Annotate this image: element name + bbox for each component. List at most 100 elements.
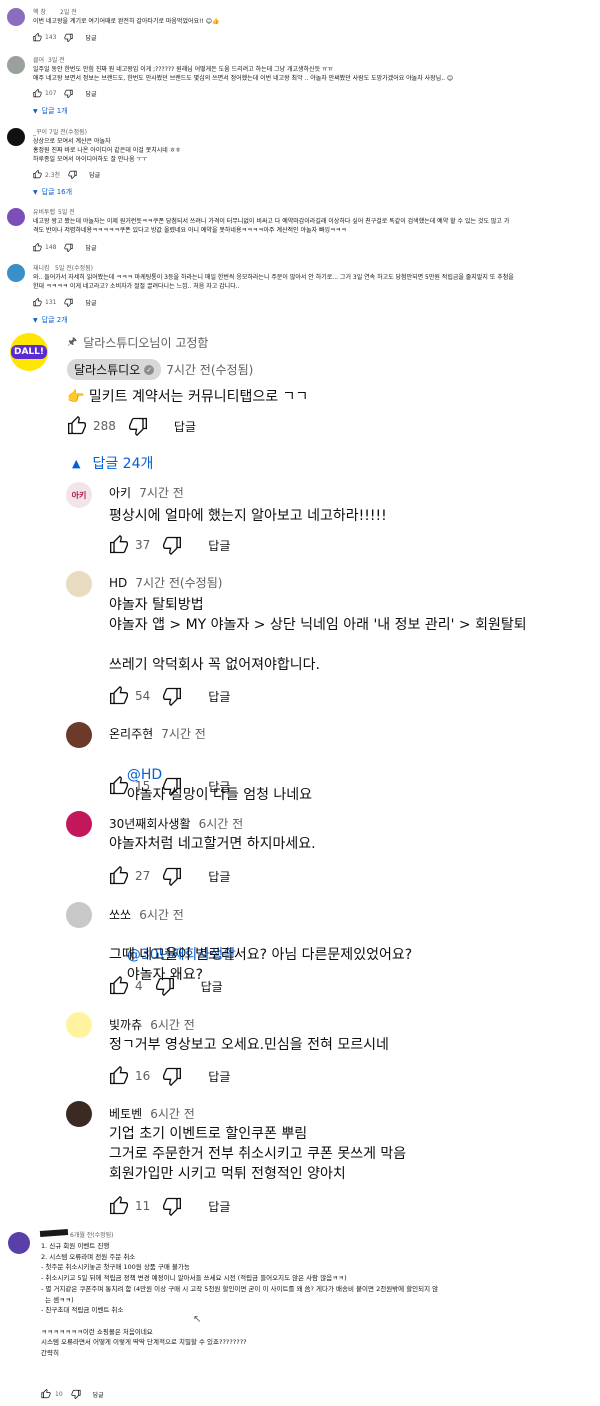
reply-button[interactable]: 답글 xyxy=(89,170,100,179)
reply-button[interactable]: 답글 xyxy=(208,778,230,795)
reply-button[interactable]: 답글 xyxy=(208,537,230,554)
comment-time[interactable]: 2일 전 xyxy=(60,7,77,16)
comment-time[interactable]: 6개월 전(수정됨) xyxy=(70,1230,114,1239)
reply-button[interactable]: 답글 xyxy=(208,1068,230,1085)
like-icon[interactable] xyxy=(67,416,87,436)
avatar[interactable] xyxy=(7,56,25,74)
like-count: 16 xyxy=(135,1069,151,1083)
avatar[interactable] xyxy=(7,128,25,146)
reply-button[interactable]: 답글 xyxy=(174,418,196,435)
reply-button[interactable]: 답글 xyxy=(85,298,96,307)
comment-author[interactable]: HD xyxy=(109,576,127,590)
like-icon[interactable] xyxy=(33,170,42,179)
comment-time[interactable]: 5일 전 xyxy=(58,207,75,216)
comment-time[interactable]: 7시간 전(수정됨) xyxy=(166,361,253,378)
comment-author[interactable]: 쏘쏘 xyxy=(109,908,131,922)
dislike-icon[interactable] xyxy=(162,686,182,706)
like-count: 15 xyxy=(135,779,151,793)
view-replies-button[interactable]: ▼ 답글 2개 xyxy=(33,315,68,325)
dislike-icon[interactable] xyxy=(155,976,175,996)
hide-replies-button[interactable]: ▲ 답글 24개 xyxy=(72,453,153,473)
comment-text: 1. 신규 회원 이벤트 진행 2. 시스템 오류라며 전원 주문 취소 - 첫… xyxy=(41,1242,439,1358)
dislike-icon[interactable] xyxy=(64,33,74,42)
comment-time[interactable]: 7시간 전(수정됨) xyxy=(135,576,222,590)
like-icon[interactable] xyxy=(33,243,42,252)
comment-author[interactable]: 베토벤 xyxy=(109,1107,142,1121)
comment-author[interactable]: 30년째회사생활 xyxy=(109,817,191,831)
like-icon[interactable] xyxy=(109,1066,129,1086)
like-icon[interactable] xyxy=(109,776,129,796)
dislike-icon[interactable] xyxy=(162,1196,182,1216)
comment-actions: 131 답글 xyxy=(33,298,97,307)
channel-badge[interactable]: 달라스튜디오 ✓ xyxy=(67,359,162,380)
like-icon[interactable] xyxy=(33,33,42,42)
comment-text: 기업 초기 이벤트로 할인쿠폰 뿌림 xyxy=(109,1126,308,1142)
comment-time[interactable]: 5일 전(수정됨) xyxy=(55,263,93,272)
comment-time[interactable]: 7시간 전 xyxy=(161,727,206,741)
like-icon[interactable] xyxy=(109,686,129,706)
reply-button[interactable]: 답글 xyxy=(208,688,230,705)
like-icon[interactable] xyxy=(33,298,42,307)
dislike-icon[interactable] xyxy=(162,866,182,886)
comment-actions: 15 답글 xyxy=(109,776,230,796)
avatar[interactable] xyxy=(8,1232,30,1254)
pin-icon: 🖈 xyxy=(67,335,78,348)
like-count: 10 xyxy=(55,1390,63,1398)
like-icon[interactable] xyxy=(41,1389,51,1399)
comment-author[interactable]: 핵 창 xyxy=(33,7,46,16)
avatar[interactable] xyxy=(7,208,25,226)
comment-time[interactable]: 6시간 전 xyxy=(199,817,244,831)
comment-author[interactable]: _꾸이 xyxy=(33,127,47,136)
like-icon[interactable] xyxy=(33,89,42,98)
reply-button[interactable]: 답글 xyxy=(85,33,96,42)
avatar[interactable] xyxy=(66,722,92,748)
like-icon[interactable] xyxy=(109,1196,129,1216)
avatar[interactable] xyxy=(66,571,92,597)
chevron-up-icon: ▲ xyxy=(72,456,81,470)
comment-author[interactable]: 온리주현 xyxy=(109,727,153,741)
avatar[interactable] xyxy=(66,1101,92,1127)
avatar[interactable]: 아키 xyxy=(66,482,92,508)
reply-button[interactable]: 답글 xyxy=(93,1390,104,1399)
comment-actions: 288 답글 xyxy=(67,416,196,436)
comment-time[interactable]: 6시간 전 xyxy=(139,908,184,922)
avatar[interactable] xyxy=(66,811,92,837)
comment-time[interactable]: 7시간 전 xyxy=(139,486,184,500)
view-replies-button[interactable]: ▼ 답글 16개 xyxy=(33,187,72,197)
avatar[interactable] xyxy=(66,902,92,928)
comment-author[interactable]: 클어 xyxy=(33,55,44,64)
dislike-icon[interactable] xyxy=(162,535,182,555)
dislike-icon[interactable] xyxy=(162,1066,182,1086)
comment-time[interactable]: 7일 전(수정됨) xyxy=(49,127,87,136)
avatar[interactable] xyxy=(66,1012,92,1038)
view-replies-button[interactable]: ▼ 답글 1개 xyxy=(33,106,68,116)
dislike-icon[interactable] xyxy=(64,243,74,252)
like-icon[interactable] xyxy=(109,866,129,886)
like-icon[interactable] xyxy=(109,535,129,555)
comment-actions: 11 답글 xyxy=(109,1196,230,1216)
reply-button[interactable]: 답글 xyxy=(85,89,96,98)
comment-author[interactable]: 아키 xyxy=(109,486,131,500)
comment-time[interactable]: 6시간 전 xyxy=(150,1107,195,1121)
reply-button[interactable]: 답글 xyxy=(85,243,96,252)
avatar[interactable] xyxy=(7,8,25,26)
dislike-icon[interactable] xyxy=(68,170,77,179)
comment-author[interactable]: 유비투랩 xyxy=(33,207,55,216)
comment-time[interactable]: 3일 전 xyxy=(48,55,65,64)
comment-time[interactable]: 6시간 전 xyxy=(150,1018,195,1032)
comment-author[interactable]: 재니킴 xyxy=(33,263,50,272)
dislike-icon[interactable] xyxy=(128,416,148,436)
like-count: 11 xyxy=(135,1199,151,1213)
comment-author[interactable]: 빛까츄 xyxy=(109,1018,142,1032)
like-icon[interactable] xyxy=(109,976,129,996)
reply-header: 빛까츄 6시간 전 xyxy=(109,1014,195,1033)
dislike-icon[interactable] xyxy=(162,776,182,796)
channel-avatar[interactable]: DALL! xyxy=(10,333,48,371)
reply-button[interactable]: 답글 xyxy=(201,978,223,995)
reply-button[interactable]: 답글 xyxy=(208,868,230,885)
dislike-icon[interactable] xyxy=(64,298,74,307)
avatar[interactable] xyxy=(7,264,25,282)
dislike-icon[interactable] xyxy=(64,89,74,98)
reply-button[interactable]: 답글 xyxy=(208,1198,230,1215)
dislike-icon[interactable] xyxy=(71,1389,81,1399)
